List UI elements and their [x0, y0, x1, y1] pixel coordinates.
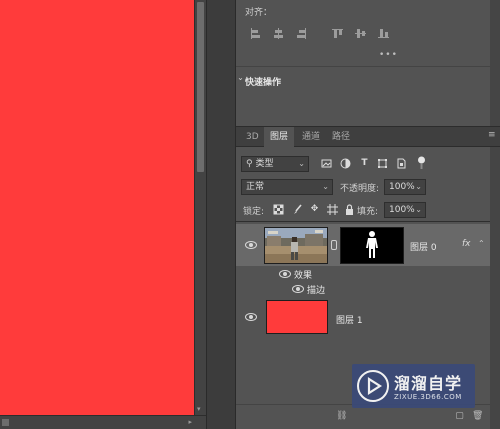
align-vertical-center-icon[interactable]: [355, 28, 366, 39]
fx-icon[interactable]: fx: [462, 239, 471, 249]
delete-layer-icon[interactable]: 🗑: [472, 411, 483, 422]
visibility-eye-icon[interactable]: [245, 313, 257, 321]
layer-row[interactable]: 图层 0 fx ⌃: [236, 224, 490, 266]
opacity-value: 100%: [389, 182, 415, 192]
tab-paths[interactable]: 路径: [326, 127, 356, 147]
lock-label: 锁定:: [243, 207, 265, 217]
layer-mask-thumbnail[interactable]: [340, 227, 404, 264]
new-layer-icon[interactable]: ▢: [454, 411, 465, 422]
tab-3d[interactable]: 3D: [240, 127, 265, 147]
chevron-down-icon[interactable]: ⌄: [236, 73, 245, 82]
effects-label[interactable]: 效果: [294, 268, 312, 281]
watermark-url: ZIXUE.3D66.COM: [394, 393, 462, 401]
align-title: 对齐：: [245, 8, 273, 18]
canvas-area[interactable]: ▾ ▸: [0, 0, 206, 429]
filter-toggle-icon[interactable]: [416, 156, 427, 169]
fill-input[interactable]: 100% ⌄: [384, 202, 426, 218]
panel-scrollbar[interactable]: [490, 0, 500, 429]
filter-type-layer-icon[interactable]: T: [359, 158, 370, 169]
link-mask-icon[interactable]: [331, 240, 337, 250]
scrollbar-thumb[interactable]: [197, 2, 204, 172]
filter-smart-object-icon[interactable]: [396, 158, 407, 169]
lock-all-icon[interactable]: [344, 204, 355, 215]
blend-row: 正常 ⌄ 不透明度: 100% ⌄: [236, 176, 490, 198]
lock-transparent-pixels-icon[interactable]: [273, 204, 284, 215]
scroll-down-icon[interactable]: ▾: [197, 406, 204, 413]
canvas-vertical-scrollbar[interactable]: ▾: [194, 0, 206, 415]
lock-row: 锁定: ✥ 填充: 100% ⌄: [236, 199, 490, 221]
panel-menu-icon[interactable]: ≡: [488, 130, 498, 142]
align-horizontal-center-icon[interactable]: [273, 28, 284, 39]
opacity-input[interactable]: 100% ⌄: [384, 179, 426, 195]
panel-dock-gutter: [206, 0, 236, 429]
collapse-effects-icon[interactable]: ⌃: [478, 239, 485, 248]
watermark: 溜溜自学 ZIXUE.3D66.COM: [352, 364, 475, 408]
blend-mode-dropdown[interactable]: 正常 ⌄: [241, 179, 333, 195]
scroll-right-icon[interactable]: ▸: [188, 418, 192, 426]
align-bottom-icon[interactable]: [378, 28, 389, 39]
align-section: 对齐： •••: [236, 0, 490, 66]
stroke-visibility-icon[interactable]: [292, 285, 304, 293]
filter-shape-icon[interactable]: [377, 158, 388, 169]
lock-artboard-icon[interactable]: [327, 204, 338, 215]
more-options-icon[interactable]: •••: [379, 50, 398, 60]
filter-pixel-icon[interactable]: [321, 158, 332, 169]
canvas-horizontal-scrollbar[interactable]: ▸: [0, 415, 206, 429]
filter-type-label: 类型: [255, 159, 274, 169]
watermark-logo: [357, 370, 389, 402]
scrollbar-thumb[interactable]: [2, 419, 9, 426]
link-layers-icon[interactable]: ⛓: [336, 411, 347, 422]
fill-label: 填充:: [357, 207, 379, 217]
layer-thumbnail[interactable]: [264, 227, 328, 264]
chevron-down-icon: ⌄: [415, 205, 422, 214]
layer-filter-row: ⚲ 类型 ⌄ T: [236, 153, 490, 175]
chevron-down-icon: ⌄: [322, 182, 329, 191]
layer-row[interactable]: 图层 1: [236, 298, 490, 340]
layer-name[interactable]: 图层 0: [410, 240, 437, 253]
canvas-document[interactable]: [0, 0, 194, 415]
align-left-icon[interactable]: [250, 28, 261, 39]
lock-image-pixels-icon[interactable]: [292, 204, 303, 215]
layer-thumbnail[interactable]: [266, 300, 328, 334]
chevron-down-icon: ⌄: [415, 182, 422, 191]
layer-name[interactable]: 图层 1: [336, 313, 363, 326]
opacity-label: 不透明度:: [340, 184, 380, 194]
align-right-icon[interactable]: [296, 28, 307, 39]
layers-list: 图层 0 fx ⌃ 效果 描边 图层 1: [236, 221, 490, 341]
fill-value: 100%: [389, 205, 415, 215]
lock-position-icon[interactable]: ✥: [309, 204, 320, 215]
visibility-eye-icon[interactable]: [245, 241, 257, 249]
quick-actions-title[interactable]: 快速操作: [245, 75, 281, 88]
quick-actions-section: ⌄ 快速操作: [236, 66, 490, 122]
blend-mode-label: 正常: [246, 182, 265, 192]
watermark-title: 溜溜自学: [394, 374, 463, 393]
effects-visibility-icon[interactable]: [279, 270, 291, 278]
chevron-down-icon: ⌄: [298, 159, 305, 168]
search-icon: ⚲: [246, 159, 253, 169]
stroke-effect-label[interactable]: 描边: [307, 283, 325, 296]
filter-adjustment-icon[interactable]: [340, 158, 351, 169]
tab-channels[interactable]: 通道: [296, 127, 326, 147]
filter-type-dropdown[interactable]: ⚲ 类型 ⌄: [241, 156, 309, 172]
layers-panel-tabbar: 3D 图层 通道 路径 ≡: [236, 126, 500, 147]
align-top-icon[interactable]: [332, 28, 343, 39]
tab-layers[interactable]: 图层: [264, 127, 295, 147]
